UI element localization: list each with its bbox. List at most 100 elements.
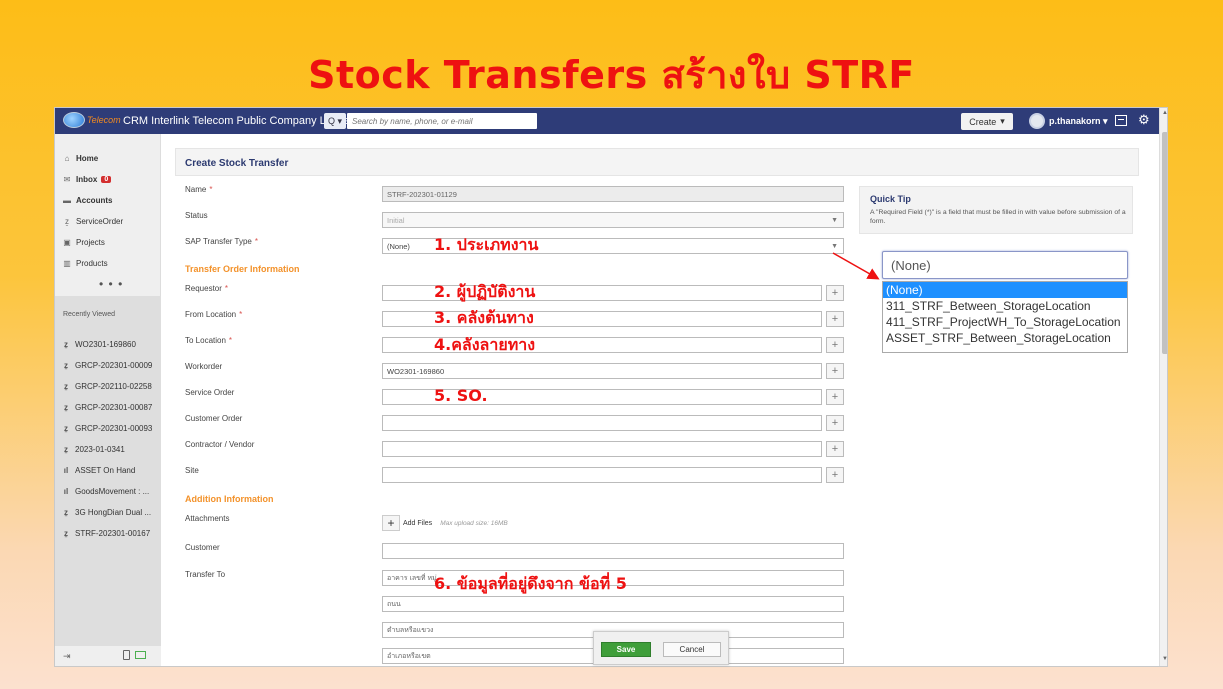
required-mark: * bbox=[254, 237, 258, 246]
annotation-6: 6. ข้อมูลที่อยู่ดึงจาก ข้อที่ 5 bbox=[434, 574, 627, 593]
sidebar-item-label: Inbox bbox=[76, 174, 98, 184]
contractor-add-button[interactable]: + bbox=[826, 441, 844, 457]
from-location-add-button[interactable]: + bbox=[826, 311, 844, 327]
service-order-add-button[interactable]: + bbox=[826, 389, 844, 405]
user-menu[interactable]: p.thanakorn ▾ bbox=[1049, 116, 1108, 127]
chevron-down-icon: ▾ bbox=[1000, 116, 1005, 126]
name-field: STRF-202301-01129 bbox=[382, 186, 844, 202]
annotation-1: 1. ประเภทงาน bbox=[434, 235, 539, 254]
customer-field[interactable] bbox=[382, 543, 844, 559]
desktop-view-icon[interactable] bbox=[135, 651, 146, 659]
recent-item[interactable]: ẕ WO2301-169860 bbox=[61, 336, 136, 352]
sap-type-options-list: (None) 311_STRF_Between_StorageLocation … bbox=[882, 281, 1128, 353]
customer-label: Customer bbox=[185, 543, 220, 552]
search-scope-button[interactable]: Q ▾ bbox=[324, 113, 346, 129]
option-none[interactable]: (None) bbox=[883, 282, 1127, 298]
to-location-add-button[interactable]: + bbox=[826, 337, 844, 353]
required-mark: * bbox=[209, 185, 213, 194]
to-location-label-text: To Location bbox=[185, 336, 226, 345]
option-411[interactable]: 411_STRF_ProjectWH_To_StorageLocation bbox=[883, 314, 1127, 330]
recent-item[interactable]: ẕ GRCP-202301-00093 bbox=[61, 420, 152, 436]
form-action-bar: Save Cancel bbox=[593, 631, 729, 665]
slide-title: Stock Transfers สร้างใบ STRF bbox=[308, 53, 915, 97]
sidebar-item-home[interactable]: ⌂ Home bbox=[61, 150, 99, 166]
scroll-down-icon[interactable]: ▼ bbox=[1162, 656, 1167, 662]
create-button[interactable]: Create ▾ bbox=[961, 113, 1013, 130]
folder-icon: ▬ bbox=[63, 195, 71, 205]
option-asset[interactable]: ASSET_STRF_Between_StorageLocation bbox=[883, 330, 1127, 346]
logout-icon[interactable]: ⇥ bbox=[63, 651, 71, 662]
add-files-label[interactable]: Add Files bbox=[403, 520, 432, 527]
contractor-label: Contractor / Vendor bbox=[185, 440, 255, 449]
logo-globe-icon bbox=[63, 112, 85, 128]
workorder-add-button[interactable]: + bbox=[826, 363, 844, 379]
sidebar-item-accounts[interactable]: ▬ Accounts bbox=[61, 192, 112, 208]
global-search-input[interactable] bbox=[347, 113, 537, 129]
top-navigation-bar: Telecom CRM Interlink Telecom Public Com… bbox=[55, 108, 1159, 134]
from-location-label-text: From Location bbox=[185, 310, 237, 319]
caret-down-icon[interactable]: ▼ bbox=[831, 243, 838, 250]
products-icon: ▥ bbox=[63, 258, 71, 268]
bar-chart-icon: ıl bbox=[63, 486, 69, 496]
service-order-icon: ẕ bbox=[64, 507, 68, 517]
recent-item[interactable]: ıl GoodsMovement : ... bbox=[61, 483, 150, 499]
recent-item[interactable]: ẕ 2023-01-0341 bbox=[61, 441, 125, 457]
recent-item-label: GRCP-202301-00087 bbox=[75, 402, 153, 412]
recent-item[interactable]: ẕ 3G HongDian Dual ... bbox=[61, 504, 151, 520]
annotation-2: 2. ผู้ปฏิบัติงาน bbox=[434, 282, 536, 301]
service-order-icon: ẕ bbox=[64, 528, 68, 538]
scroll-up-icon[interactable]: ▲ bbox=[1162, 110, 1167, 116]
recent-item[interactable]: ẕ GRCP-202110-02258 bbox=[61, 378, 152, 394]
mobile-view-icon[interactable] bbox=[123, 650, 130, 660]
recent-item[interactable]: ẕ STRF-202301-00167 bbox=[61, 525, 150, 541]
scroll-thumb[interactable] bbox=[1162, 132, 1167, 354]
option-311[interactable]: 311_STRF_Between_StorageLocation bbox=[883, 298, 1127, 314]
annotation-4: 4.คลังลายทาง bbox=[434, 335, 536, 354]
site-add-button[interactable]: + bbox=[826, 467, 844, 483]
annotation-5: 5. SO. bbox=[434, 386, 488, 405]
sap-type-dropdown-zoom[interactable]: (None) bbox=[882, 251, 1128, 279]
company-logo[interactable]: Telecom bbox=[63, 112, 121, 128]
sap-type-value: (None) bbox=[387, 241, 410, 251]
user-avatar[interactable] bbox=[1029, 113, 1045, 129]
calendar-icon[interactable] bbox=[1115, 115, 1127, 126]
required-mark: * bbox=[228, 336, 233, 345]
page-scrollbar[interactable]: ▲ ▼ bbox=[1159, 108, 1167, 666]
inbox-count-badge: 0 bbox=[101, 175, 112, 183]
sidebar-item-serviceorder[interactable]: ẕ ServiceOrder bbox=[61, 213, 123, 229]
save-button[interactable]: Save bbox=[601, 642, 651, 657]
recent-item[interactable]: ıl ASSET On Hand bbox=[61, 462, 136, 478]
recent-item-label: WO2301-169860 bbox=[75, 339, 136, 349]
to-location-label: To Location * bbox=[185, 336, 232, 345]
sidebar-footer: ⇥ bbox=[55, 646, 161, 666]
customer-order-field[interactable] bbox=[382, 415, 822, 431]
gear-icon[interactable]: ⚙ bbox=[1138, 112, 1150, 128]
service-order-icon: ẕ bbox=[64, 381, 68, 391]
add-files-button[interactable]: + bbox=[382, 515, 400, 531]
contractor-field[interactable] bbox=[382, 441, 822, 457]
recently-viewed-title: Recently Viewed bbox=[63, 311, 116, 318]
service-order-icon: ẕ bbox=[64, 423, 68, 433]
required-mark: * bbox=[239, 310, 243, 319]
sidebar-item-projects[interactable]: ▣ Projects bbox=[61, 234, 105, 250]
annotation-3: 3. คลังต้นทาง bbox=[434, 308, 534, 327]
main-content: Create Stock Transfer Name * STRF-202301-… bbox=[161, 134, 1159, 666]
customer-order-add-button[interactable]: + bbox=[826, 415, 844, 431]
sap-type-label: SAP Transfer Type * bbox=[185, 237, 258, 246]
workorder-field[interactable]: WO2301-169860 bbox=[382, 363, 822, 379]
recent-item[interactable]: ẕ GRCP-202301-00087 bbox=[61, 399, 152, 415]
requestor-label-text: Requestor bbox=[185, 284, 222, 293]
sidebar-item-label: Home bbox=[76, 153, 99, 163]
sidebar-item-inbox[interactable]: ✉ Inbox 0 bbox=[61, 171, 112, 187]
service-order-icon: ẕ bbox=[64, 360, 68, 370]
road-field[interactable]: ถนน bbox=[382, 596, 844, 612]
upload-size-note: Max upload size: 16MB bbox=[440, 519, 508, 527]
sidebar-item-label: Products bbox=[76, 258, 108, 268]
add-files-control: + Add Files Max upload size: 16MB bbox=[382, 514, 508, 532]
more-menu-button[interactable]: • • • bbox=[99, 277, 123, 291]
service-order-label: Service Order bbox=[185, 388, 235, 397]
cancel-button[interactable]: Cancel bbox=[663, 642, 721, 657]
recent-item[interactable]: ẕ GRCP-202301-00009 bbox=[61, 357, 152, 373]
sidebar-item-products[interactable]: ▥ Products bbox=[61, 255, 108, 271]
site-field[interactable] bbox=[382, 467, 822, 483]
